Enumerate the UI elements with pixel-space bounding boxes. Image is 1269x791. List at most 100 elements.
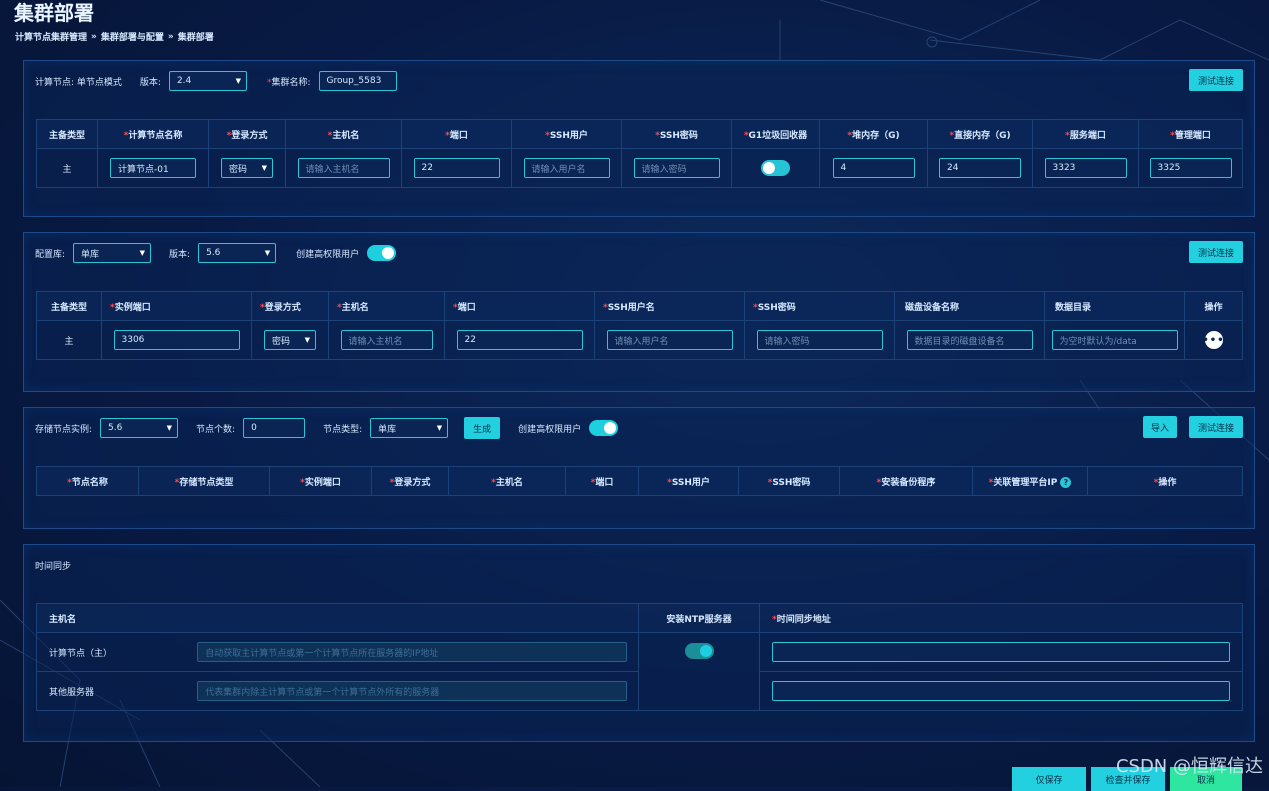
breadcrumb-separator: » bbox=[91, 31, 97, 42]
table-header-row: *节点名称 *存储节点类型 *实例端口 *登录方式 *主机名 *端口 *SSH用… bbox=[36, 466, 1243, 496]
node-count-input[interactable]: 0 bbox=[243, 418, 306, 438]
version-select[interactable]: 5.6 ▼ bbox=[198, 243, 277, 263]
create-privileged-user-label: 创建高权限用户 bbox=[518, 424, 582, 435]
column-header: *安装备份程序 bbox=[839, 466, 973, 496]
version-select-value: 5.6 bbox=[206, 248, 221, 258]
disk-device-input[interactable]: 数据目录的磁盘设备名 bbox=[906, 330, 1033, 350]
group-name-input[interactable]: Group_5583 bbox=[318, 71, 397, 91]
column-header: *服务端口 bbox=[1032, 119, 1139, 149]
ssh-password-input[interactable]: 请输入密码 bbox=[756, 330, 883, 350]
toggle-knob bbox=[382, 247, 395, 259]
column-header: *端口 bbox=[565, 466, 639, 496]
hostname-input[interactable]: 请输入主机名 bbox=[340, 330, 433, 350]
column-header: *SSH密码 bbox=[621, 119, 732, 149]
time-sync-address-input[interactable] bbox=[772, 681, 1231, 701]
config-db-label: 配置库: bbox=[35, 249, 66, 260]
ntp-server-toggle[interactable] bbox=[684, 643, 714, 659]
time-sync-panel: 时间同步 主机名 安装NTP服务器 *时间同步地址 计算节点（主） 自动获取主计… bbox=[23, 544, 1255, 742]
create-privileged-user-label: 创建高权限用户 bbox=[296, 249, 360, 260]
hostname-input[interactable]: 请输入主机名 bbox=[297, 158, 390, 178]
node-name-input[interactable]: 计算节点-01 bbox=[110, 158, 196, 178]
table-header-row: 主备类型 *实例端口 *登录方式 *主机名 *端口 *SSH用户名 *SSH密码… bbox=[36, 291, 1243, 321]
column-header: 主机名 bbox=[35, 603, 640, 633]
save-only-button[interactable]: 仅保存 bbox=[1012, 767, 1086, 791]
host-ip-input[interactable]: 自动获取主计算节点或第一个计算节点所在服务器的IP地址 bbox=[197, 642, 628, 662]
node-type-select[interactable]: 单库 ▼ bbox=[370, 418, 449, 438]
import-button[interactable]: 导入 bbox=[1143, 416, 1177, 438]
config-db-table: 主备类型 *实例端口 *登录方式 *主机名 *端口 *SSH用户名 *SSH密码… bbox=[36, 291, 1243, 360]
node-type-value: 单库 bbox=[378, 424, 397, 435]
column-header: *SSH密码 bbox=[738, 466, 840, 496]
breadcrumb-item[interactable]: 集群部署与配置 bbox=[101, 30, 164, 43]
create-privileged-user-toggle[interactable] bbox=[589, 420, 619, 436]
column-header: *主机名 bbox=[285, 119, 402, 149]
column-header: *SSH用户 bbox=[511, 119, 622, 149]
g1-gc-toggle[interactable] bbox=[761, 160, 790, 176]
column-header: *管理端口 bbox=[1138, 119, 1243, 149]
column-header: *计算节点名称 bbox=[97, 119, 209, 149]
ssh-username-input[interactable]: 请输入用户名 bbox=[606, 330, 733, 350]
column-header: *G1垃圾回收器 bbox=[731, 119, 820, 149]
compute-node-table: 主备类型 *计算节点名称 *登录方式 *主机名 *端口 *SSH用户 *SSH密… bbox=[36, 119, 1243, 188]
storage-instance-label: 存储节点实例: bbox=[35, 424, 93, 435]
config-db-panel: 配置库: 单库 ▼ 版本: 5.6 ▼ 创建高权限用户 测试连接 主备类型 *实例端… bbox=[23, 232, 1255, 392]
service-port-input[interactable]: 3323 bbox=[1044, 158, 1127, 178]
login-method-select[interactable]: 密码 ▼ bbox=[221, 158, 273, 178]
chevron-down-icon: ▼ bbox=[235, 77, 241, 85]
create-privileged-user-toggle[interactable] bbox=[367, 245, 397, 261]
other-servers-input[interactable]: 代表集群内除主计算节点或第一个计算节点外所有的服务器 bbox=[197, 681, 628, 701]
data-directory-input[interactable]: 为空时默认为/data bbox=[1051, 330, 1178, 350]
chevron-down-icon: ▼ bbox=[261, 164, 267, 172]
instance-port-input[interactable]: 3306 bbox=[113, 330, 240, 350]
watermark: CSDN @恒辉信达 bbox=[1115, 756, 1263, 777]
test-connection-button[interactable]: 测试连接 bbox=[1189, 69, 1243, 91]
column-header: 主备类型 bbox=[36, 291, 102, 321]
host-name-cell: 计算节点（主） bbox=[36, 632, 187, 672]
ssh-user-input[interactable]: 请输入用户名 bbox=[523, 158, 610, 178]
chevron-down-icon: ▼ bbox=[304, 336, 310, 344]
manage-port-input[interactable]: 3325 bbox=[1149, 158, 1232, 178]
chevron-down-icon: ▼ bbox=[264, 249, 271, 257]
column-header: *实例端口 bbox=[101, 291, 252, 321]
column-header: *登录方式 bbox=[371, 466, 449, 496]
host-name-cell: 其他服务器 bbox=[36, 671, 187, 711]
test-connection-button[interactable]: 测试连接 bbox=[1189, 416, 1243, 438]
compute-mode-label: 计算节点: 单节点模式 bbox=[35, 77, 122, 88]
login-method-select[interactable]: 密码 ▼ bbox=[264, 330, 316, 350]
test-connection-button[interactable]: 测试连接 bbox=[1189, 241, 1243, 263]
chevron-down-icon: ▼ bbox=[139, 249, 146, 257]
role-cell: 主 bbox=[36, 148, 98, 188]
storage-node-panel: 存储节点实例: 5.6 ▼ 节点个数: 0 节点类型: 单库 ▼ 生成 创建高权限用… bbox=[23, 407, 1255, 529]
column-header: *实例端口 bbox=[269, 466, 372, 496]
time-sync-table: 主机名 安装NTP服务器 *时间同步地址 计算节点（主） 自动获取主计算节点或第… bbox=[35, 603, 1244, 711]
column-header: *关联管理平台IP? bbox=[972, 466, 1088, 496]
port-input[interactable]: 22 bbox=[413, 158, 500, 178]
config-db-select[interactable]: 单库 ▼ bbox=[73, 243, 152, 263]
version-select-value: 2.4 bbox=[176, 76, 192, 86]
column-header: *主机名 bbox=[448, 466, 566, 496]
column-header: *SSH用户 bbox=[638, 466, 739, 496]
column-header: *登录方式 bbox=[208, 119, 286, 149]
time-sync-address-input[interactable] bbox=[772, 642, 1231, 662]
breadcrumb-item[interactable]: 计算节点集群管理 bbox=[15, 30, 87, 43]
storage-instance-select[interactable]: 5.6 ▼ bbox=[100, 418, 179, 438]
column-header: *节点名称 bbox=[36, 466, 139, 496]
more-options-icon[interactable]: ••• bbox=[1202, 331, 1224, 349]
ssh-password-input[interactable]: 请输入密码 bbox=[633, 158, 720, 178]
direct-memory-input[interactable]: 24 bbox=[939, 158, 1021, 178]
node-count-label: 节点个数: bbox=[196, 424, 236, 435]
page-title: 集群部署 bbox=[14, 1, 94, 25]
column-header: 操作 bbox=[1184, 291, 1243, 321]
heap-memory-input[interactable]: 4 bbox=[832, 158, 915, 178]
group-name-label: *集群名称: bbox=[266, 77, 311, 88]
version-label: 版本: bbox=[169, 249, 191, 260]
version-select[interactable]: 2.4 ▼ bbox=[168, 71, 247, 91]
version-label: 版本: bbox=[139, 77, 161, 88]
column-header: *直接内存（G) bbox=[927, 119, 1033, 149]
help-icon[interactable]: ? bbox=[1060, 476, 1072, 488]
port-input[interactable]: 22 bbox=[456, 330, 583, 350]
config-db-value: 单库 bbox=[81, 249, 100, 260]
compute-node-panel: 计算节点: 单节点模式 版本: 2.4 ▼ *集群名称: Group_5583 … bbox=[23, 60, 1255, 217]
generate-button[interactable]: 生成 bbox=[464, 417, 501, 439]
storage-node-table: *节点名称 *存储节点类型 *实例端口 *登录方式 *主机名 *端口 *SSH用… bbox=[36, 466, 1243, 496]
